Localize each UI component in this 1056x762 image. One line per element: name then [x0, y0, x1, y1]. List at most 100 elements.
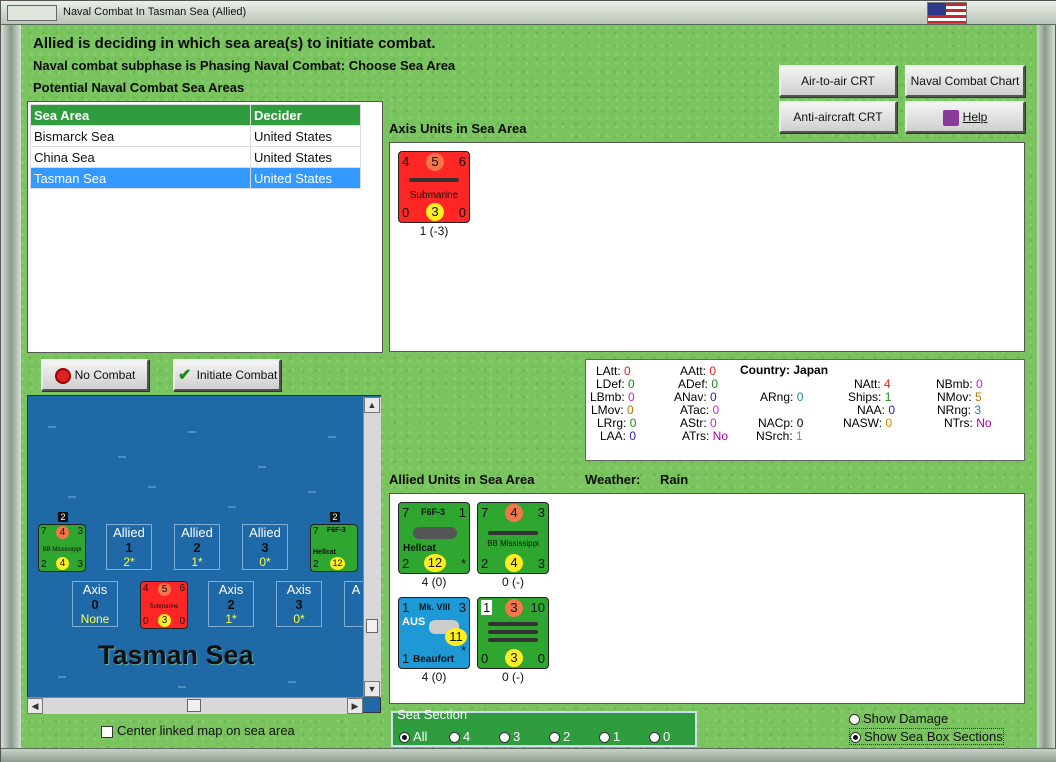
- hellcat-counter[interactable]: 7 F6F-3 1 Hellcat 2 12 *: [398, 502, 470, 574]
- radio-4[interactable]: 4: [449, 729, 470, 744]
- counter-value: 3: [537, 505, 545, 520]
- anti-aircraft-crt-button[interactable]: Anti-aircraft CRT: [779, 101, 897, 133]
- allied-box-1[interactable]: Allied 1 2*: [106, 524, 152, 570]
- counter-value: 6: [179, 583, 185, 594]
- stat-nacp: NACp: 0: [758, 416, 804, 430]
- stat-natt: NAtt: 4: [854, 377, 891, 391]
- radio-1[interactable]: 1: [599, 729, 620, 744]
- bottom-border: [1, 748, 1056, 762]
- initiate-combat-label: Initiate Combat: [196, 368, 278, 382]
- stat-nmov: NMov: 5: [937, 390, 982, 404]
- ship-icon: [488, 622, 538, 626]
- sea-area-cell: Bismarck Sea: [30, 125, 251, 147]
- counter-value: 1: [458, 505, 466, 520]
- center-linked-checkbox[interactable]: Center linked map on sea area: [101, 723, 295, 738]
- ship-group-counter[interactable]: 1 3 10 0 3 0: [477, 597, 549, 669]
- counter-value: 3: [77, 559, 83, 570]
- axis-box-2[interactable]: Axis 2 1*: [208, 581, 254, 627]
- scroll-right-icon[interactable]: ▶: [347, 698, 363, 714]
- unit-name: Beaufort: [413, 654, 455, 665]
- counter-value: 4: [56, 526, 69, 539]
- counter-value: 0: [143, 616, 149, 627]
- counter-value: 3: [458, 600, 466, 615]
- stat-nrng: NRng: 3: [937, 403, 982, 417]
- scroll-up-icon[interactable]: ▲: [364, 397, 380, 413]
- map-bb-counter[interactable]: 7 4 3 BB Mississippi 2 4 3: [38, 524, 86, 572]
- map-vertical-scrollbar[interactable]: ▲ ▼: [363, 397, 381, 697]
- initiate-combat-button[interactable]: ✔ Initiate Combat: [173, 359, 281, 391]
- table-row[interactable]: China Sea United States: [30, 146, 361, 168]
- stat-atac: ATac: 0: [680, 403, 720, 417]
- status-message: Allied is deciding in which sea area(s) …: [33, 35, 436, 52]
- show-sea-box-radio[interactable]: Show Sea Box Sections: [849, 728, 1004, 745]
- sea-areas-heading: Potential Naval Combat Sea Areas: [33, 80, 245, 95]
- radio-2[interactable]: 2: [549, 729, 570, 744]
- allied-box-3[interactable]: Allied 3 0*: [242, 524, 288, 570]
- table-row[interactable]: Bismarck Sea United States: [30, 125, 361, 147]
- scroll-left-icon[interactable]: ◀: [27, 698, 43, 714]
- stat-lmov: LMov: 0: [591, 403, 634, 417]
- sea-area-map[interactable]: 2 7 4 3 BB Mississippi 2 4 3 Allied 1 2* A…: [27, 395, 381, 713]
- air-to-air-crt-button[interactable]: Air-to-air CRT: [779, 65, 897, 97]
- sea-area-table: Sea Area Decider Bismarck Sea United State…: [30, 104, 361, 189]
- unit-caption: 1 (-3): [419, 224, 449, 238]
- stat-lrrg: LRrg: 0: [597, 416, 637, 430]
- aircraft-type: F6F-3: [421, 507, 446, 517]
- stat-astr: AStr: 0: [680, 416, 717, 430]
- box-value: 0*: [293, 612, 305, 626]
- beaufort-counter[interactable]: 1 Mk. VIII 3 AUS Beaufort 1 11 *: [398, 597, 470, 669]
- counter-value: 7: [402, 505, 410, 520]
- naval-combat-chart-button[interactable]: Naval Combat Chart: [905, 65, 1025, 97]
- box-label: Axis: [82, 582, 108, 597]
- axis-box-3[interactable]: Axis 3 0*: [276, 581, 322, 627]
- help-button[interactable]: Help: [905, 101, 1025, 133]
- scroll-thumb[interactable]: [366, 619, 378, 633]
- no-entry-icon: [54, 367, 71, 384]
- unit-name: Hellcat: [313, 549, 336, 556]
- counter-value: 3: [505, 649, 523, 667]
- counter-value: 7: [41, 526, 47, 537]
- right-border: [1035, 25, 1055, 750]
- scroll-down-icon[interactable]: ▼: [364, 681, 380, 697]
- counter-value: 1: [402, 600, 410, 615]
- counter-value: 3: [426, 203, 444, 221]
- scroll-thumb[interactable]: [187, 699, 201, 712]
- decider-cell: United States: [250, 146, 361, 168]
- unit-name: Submarine: [409, 190, 459, 201]
- no-combat-button[interactable]: No Combat: [41, 359, 149, 391]
- stat-ntrs: NTrs: No: [944, 416, 992, 430]
- submarine-counter[interactable]: 4 5 6 Submarine 0 3 0: [398, 151, 470, 223]
- radio-0[interactable]: 0: [649, 729, 670, 744]
- submarine-icon: [409, 178, 459, 182]
- box-label: Allied: [249, 525, 281, 540]
- stat-ldef: LDef: 0: [596, 377, 635, 391]
- axis-units-title: Axis Units in Sea Area: [389, 121, 527, 136]
- radio-all[interactable]: All: [399, 729, 427, 744]
- radio-3[interactable]: 3: [499, 729, 520, 744]
- aircraft-type: F6F-3: [327, 527, 346, 534]
- map-horizontal-scrollbar[interactable]: ◀ ▶: [27, 697, 363, 714]
- allied-box-2[interactable]: Allied 2 1*: [174, 524, 220, 570]
- window-title: Naval Combat In Tasman Sea (Allied): [63, 6, 247, 18]
- map-hellcat-counter[interactable]: 7 F6F-3 Hellcat 2 12: [310, 524, 358, 572]
- show-sea-box-label: Show Sea Box Sections: [864, 729, 1003, 744]
- main-panel: Allied is deciding in which sea area(s) …: [21, 25, 1037, 748]
- stat-naa: NAA: 0: [857, 403, 896, 417]
- system-menu-button[interactable]: [7, 5, 57, 21]
- checkbox-icon[interactable]: [101, 725, 113, 738]
- allied-units-panel: 7 F6F-3 1 Hellcat 2 12 * 4 (0) 7 4 3 BB …: [389, 493, 1025, 704]
- table-row-selected[interactable]: Tasman Sea United States: [30, 167, 361, 189]
- show-damage-radio[interactable]: Show Damage: [849, 711, 948, 726]
- map-submarine-counter[interactable]: 4 5 6 Submarine 0 3 0: [140, 581, 188, 629]
- radio-label: All: [413, 729, 428, 744]
- weather-label: Weather:: [585, 472, 641, 487]
- box-number: 0: [91, 597, 99, 612]
- box-value: None: [80, 612, 110, 626]
- radio-label: 1: [613, 729, 621, 744]
- box-value: 2*: [123, 555, 135, 569]
- bb-mississippi-counter[interactable]: 7 4 3 BB Mississippi 2 4 3: [477, 502, 549, 574]
- stat-arng: ARng: 0: [760, 390, 804, 404]
- axis-box-0[interactable]: Axis 0 None: [72, 581, 118, 627]
- radio-label: 3: [513, 729, 521, 744]
- unit-name: Hellcat: [403, 543, 436, 554]
